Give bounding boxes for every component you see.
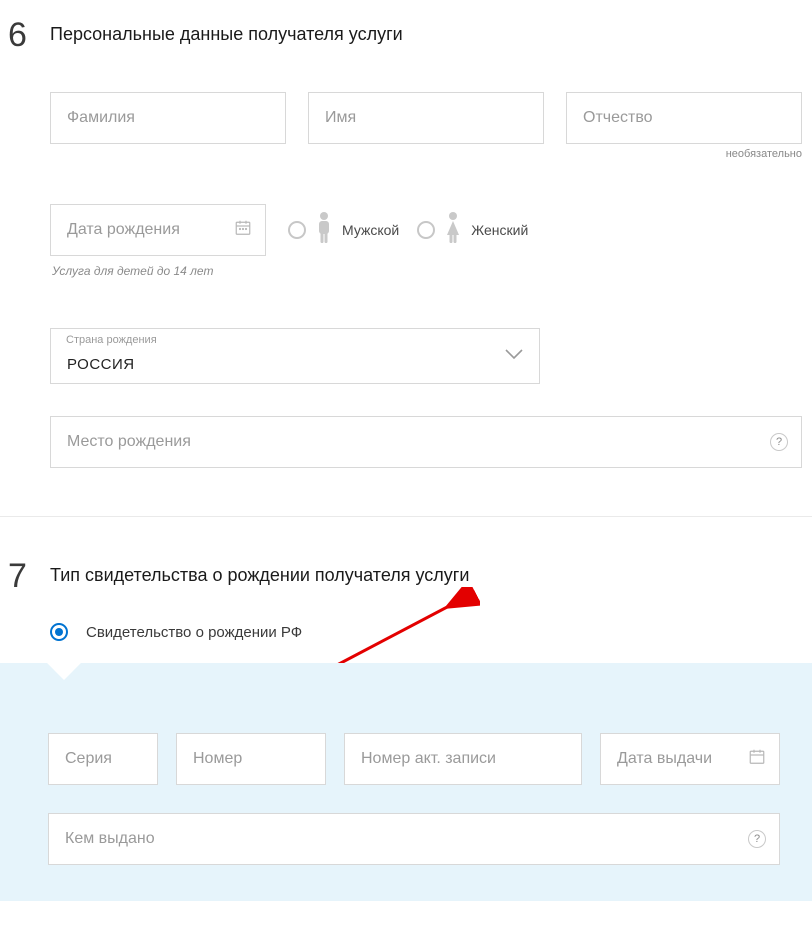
middlename-optional-hint: необязательно <box>566 148 802 160</box>
cert-row-1: Серия Номер Номер акт. записи Дата выдач… <box>48 733 780 785</box>
issued-by-field: Кем выдано ? <box>48 813 780 865</box>
gender-male-label: Мужской <box>342 222 399 238</box>
number-field: Номер <box>176 733 326 785</box>
section-content: Фамилия Имя Отчество необязательно Дата … <box>0 52 812 468</box>
certificate-radio-row[interactable]: Свидетельство о рождении РФ <box>0 623 812 641</box>
step-number: 6 <box>0 18 50 52</box>
calendar-icon[interactable] <box>748 748 766 771</box>
section-personal-data: 6 Персональные данные получателя услуги … <box>0 0 812 498</box>
issue-date-field: Дата выдачи <box>600 733 780 785</box>
step-title: Персональные данные получателя услуги <box>50 18 403 45</box>
gender-female-label: Женский <box>471 222 528 238</box>
firstname-input[interactable]: Имя <box>308 92 544 144</box>
lastname-field: Фамилия <box>50 92 286 160</box>
calendar-icon[interactable] <box>234 219 252 242</box>
radio-female[interactable] <box>417 221 435 239</box>
gender-group: Мужской Женский <box>288 211 528 250</box>
act-number-input[interactable]: Номер акт. записи <box>344 733 582 785</box>
radio-birth-cert-rf-label: Свидетельство о рождении РФ <box>86 624 302 641</box>
middlename-input[interactable]: Отчество <box>566 92 802 144</box>
section-header: 7 Тип свидетельства о рождении получател… <box>0 559 812 593</box>
issued-by-input[interactable]: Кем выдано <box>48 813 780 865</box>
dob-gender-row: Дата рождения <box>50 204 802 256</box>
birth-country-select[interactable]: Страна рождения РОССИЯ <box>50 328 540 384</box>
number-input[interactable]: Номер <box>176 733 326 785</box>
act-number-field: Номер акт. записи <box>344 733 582 785</box>
male-icon <box>312 211 336 250</box>
radio-birth-cert-rf[interactable] <box>50 623 68 641</box>
dob-field: Дата рождения <box>50 204 266 256</box>
gender-female[interactable]: Женский <box>417 211 528 250</box>
birth-country-label: Страна рождения <box>66 334 157 346</box>
dob-hint: Услуга для детей до 14 лет <box>50 264 802 278</box>
step-number: 7 <box>0 559 50 593</box>
step-title: Тип свидетельства о рождении получателя … <box>50 559 469 586</box>
radio-male[interactable] <box>288 221 306 239</box>
series-input[interactable]: Серия <box>48 733 158 785</box>
certificate-panel-wrap: Серия Номер Номер акт. записи Дата выдач… <box>0 663 812 901</box>
section-header: 6 Персональные данные получателя услуги <box>0 18 812 52</box>
series-field: Серия <box>48 733 158 785</box>
chevron-down-icon <box>504 347 524 365</box>
female-icon <box>441 211 465 250</box>
gender-male[interactable]: Мужской <box>288 211 399 250</box>
birthplace-field: Место рождения ? <box>50 416 802 468</box>
panel-notch <box>47 646 81 680</box>
help-icon[interactable]: ? <box>748 830 766 848</box>
birthplace-input[interactable]: Место рождения <box>50 416 802 468</box>
name-row: Фамилия Имя Отчество необязательно <box>50 92 802 160</box>
firstname-field: Имя <box>308 92 544 160</box>
lastname-input[interactable]: Фамилия <box>50 92 286 144</box>
middlename-field: Отчество необязательно <box>566 92 802 160</box>
help-icon[interactable]: ? <box>770 433 788 451</box>
certificate-panel: Серия Номер Номер акт. записи Дата выдач… <box>0 663 812 901</box>
